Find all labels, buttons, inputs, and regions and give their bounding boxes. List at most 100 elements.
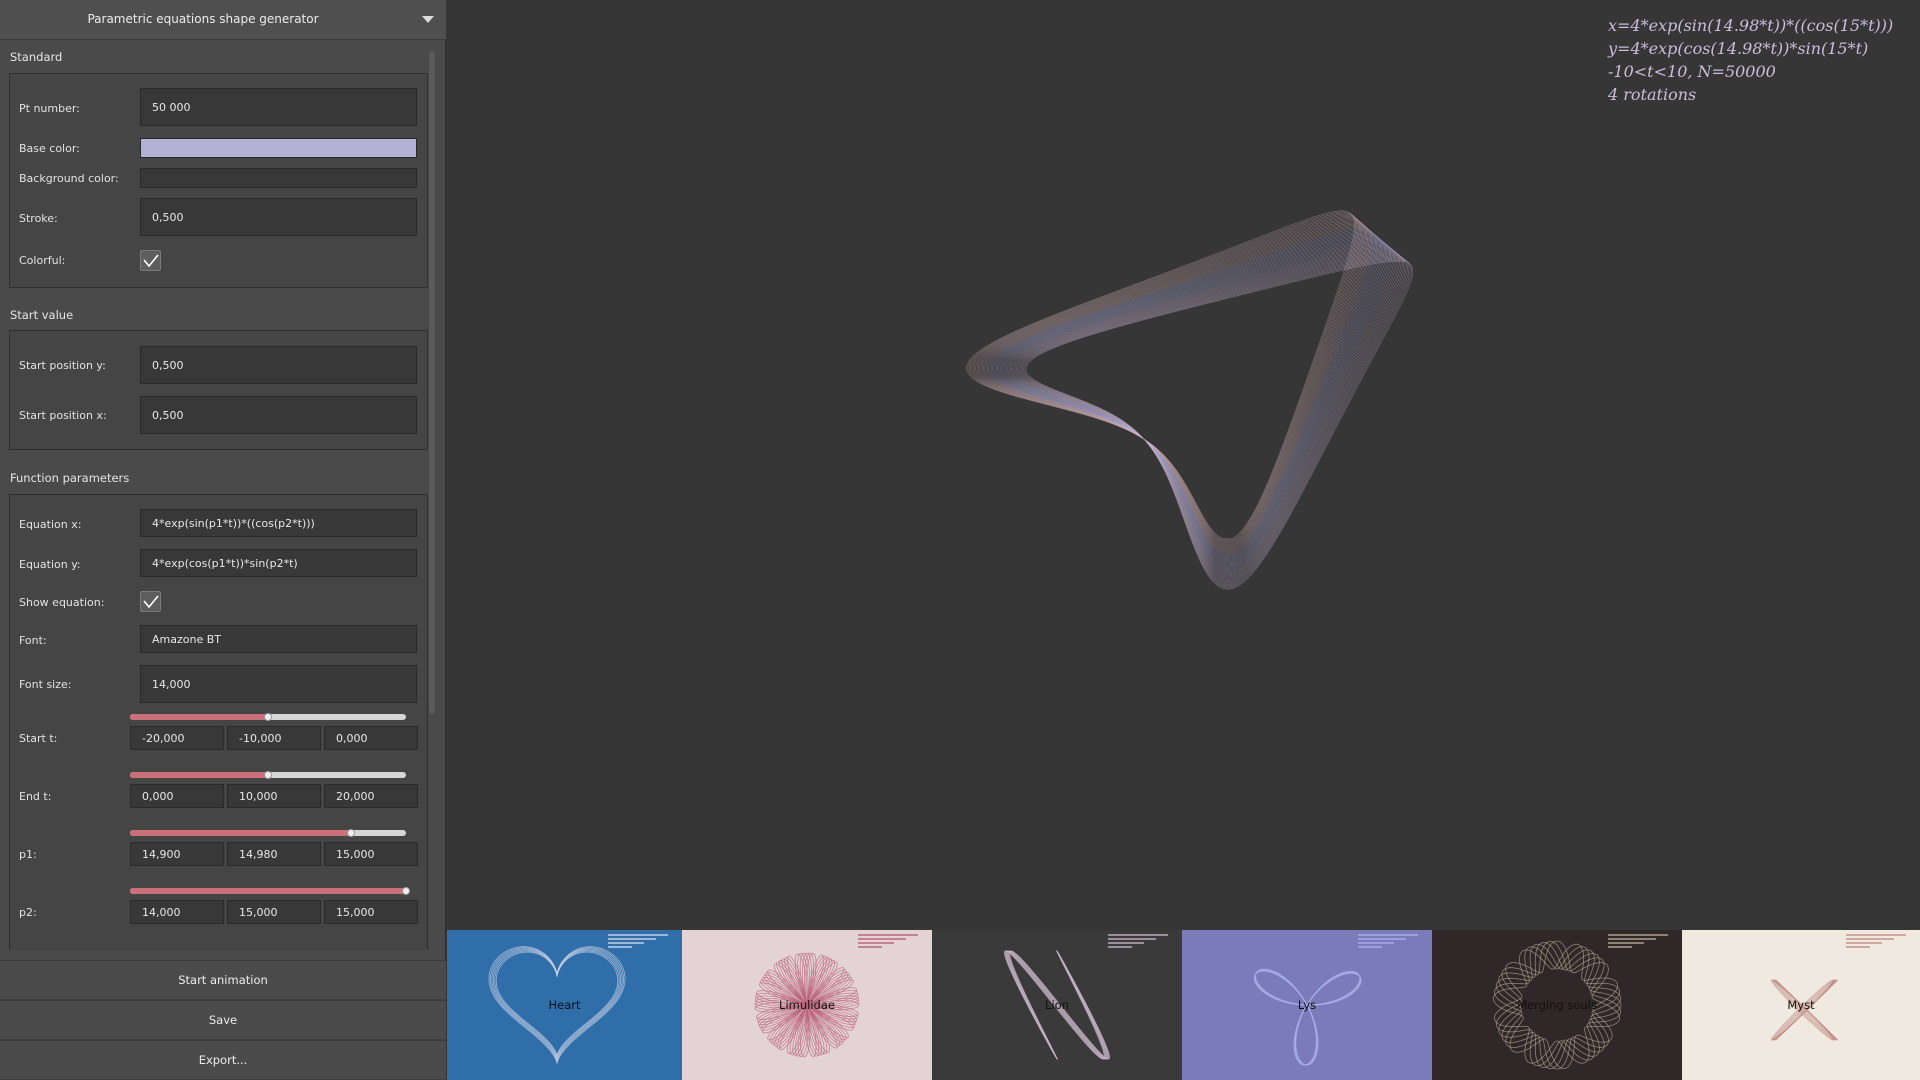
- p2-min-input[interactable]: 14,000: [130, 900, 224, 924]
- mini-equation-line: [1358, 946, 1382, 948]
- start-x-input[interactable]: 0,500: [140, 396, 417, 434]
- preset-label: Myst: [1787, 998, 1815, 1012]
- p1-max-input[interactable]: 15,000: [324, 842, 418, 866]
- export-button[interactable]: Export...: [0, 1040, 446, 1080]
- save-button[interactable]: Save: [0, 1000, 446, 1040]
- slider-fill: [130, 888, 406, 894]
- font-size-input[interactable]: 14,000: [140, 665, 417, 703]
- preset-curve: [1254, 970, 1361, 1066]
- start-t-value-input[interactable]: -10,000: [227, 726, 321, 750]
- font-label: Font:: [19, 634, 47, 647]
- pt-number-label: Pt number:: [19, 102, 80, 115]
- mini-equation-line: [608, 938, 656, 940]
- p2-value-input[interactable]: 15,000: [227, 900, 321, 924]
- preset-gallery: Heart Limulidae Lion Lys Merging souls M…: [447, 930, 1920, 1080]
- equation-line-x: x=4*exp(sin(14.98*t))*((cos(15*t))): [1608, 16, 1894, 35]
- stroke-input[interactable]: 0,500: [140, 198, 417, 236]
- preset-label: Lion: [1045, 998, 1069, 1012]
- mini-equation-line: [608, 934, 668, 936]
- base-color-swatch[interactable]: [140, 138, 417, 158]
- section-function-parameters: Function parameters: [10, 471, 130, 485]
- font-input[interactable]: Amazone BT: [140, 625, 417, 653]
- pt-number-input[interactable]: 50 000: [140, 88, 417, 126]
- panel-header[interactable]: Parametric equations shape generator: [0, 0, 446, 40]
- end-t-min-input[interactable]: 0,000: [130, 784, 224, 808]
- slider-thumb[interactable]: [264, 713, 272, 721]
- render-canvas[interactable]: [447, 0, 1920, 930]
- start-t-label: Start t:: [19, 732, 58, 745]
- start-x-label: Start position x:: [19, 409, 107, 422]
- p1-min-input[interactable]: 14,900: [130, 842, 224, 866]
- start-t-min-input[interactable]: -20,000: [130, 726, 224, 750]
- colorful-label: Colorful:: [19, 254, 66, 267]
- p2-label: p2:: [19, 906, 37, 919]
- mini-equation-line: [1608, 938, 1656, 940]
- p1-slider[interactable]: [130, 829, 406, 837]
- mini-equation-line: [1608, 942, 1644, 944]
- preset-lion[interactable]: Lion: [932, 930, 1182, 1080]
- preset-heart[interactable]: Heart: [447, 930, 682, 1080]
- equation-x-input[interactable]: 4*exp(sin(p1*t))*((cos(p2*t))): [140, 509, 417, 537]
- section-standard: Standard: [10, 50, 63, 64]
- show-equation-label: Show equation:: [19, 596, 105, 609]
- preset-limulidae[interactable]: Limulidae: [682, 930, 932, 1080]
- base-color-label: Base color:: [19, 142, 80, 155]
- preset-lys[interactable]: Lys: [1182, 930, 1432, 1080]
- start-y-input[interactable]: 0,500: [140, 346, 417, 384]
- checkmark-icon: [143, 595, 159, 609]
- preset-curve: [1254, 970, 1361, 1066]
- slider-thumb[interactable]: [346, 829, 355, 837]
- end-t-label: End t:: [19, 790, 52, 803]
- preset-curve: [1253, 970, 1361, 1066]
- show-equation-checkbox[interactable]: [140, 591, 161, 612]
- slider-thumb[interactable]: [264, 771, 272, 779]
- mini-equation: [608, 934, 674, 950]
- background-color-swatch[interactable]: [140, 168, 417, 188]
- checkmark-icon: [143, 254, 159, 268]
- equation-line-rotations: 4 rotations: [1608, 85, 1697, 104]
- mini-equation-line: [858, 946, 882, 948]
- mini-equation-line: [1108, 934, 1168, 936]
- slider-fill: [130, 772, 268, 778]
- start-animation-button[interactable]: Start animation: [0, 960, 446, 1000]
- mini-equation-line: [608, 946, 632, 948]
- end-t-slider[interactable]: [130, 771, 406, 779]
- end-t-value-input[interactable]: 10,000: [227, 784, 321, 808]
- preset-myst[interactable]: Myst: [1682, 930, 1920, 1080]
- mini-equation: [1846, 934, 1912, 950]
- mini-equation-line: [1608, 946, 1632, 948]
- preset-merging-souls[interactable]: Merging souls: [1432, 930, 1682, 1080]
- end-t-max-input[interactable]: 20,000: [324, 784, 418, 808]
- preset-label: Heart: [548, 998, 581, 1012]
- preset-curve: [1254, 969, 1362, 1066]
- slider-thumb[interactable]: [402, 887, 410, 895]
- p2-slider[interactable]: [130, 887, 410, 895]
- settings-panel: Parametric equations shape generator Sta…: [0, 0, 446, 1080]
- p1-value-input[interactable]: 14,980: [227, 842, 321, 866]
- equation-x-label: Equation x:: [19, 518, 82, 531]
- start-t-slider[interactable]: [130, 713, 406, 721]
- mini-equation-line: [1846, 934, 1906, 936]
- mini-equation: [1108, 934, 1174, 950]
- mini-equation-line: [1108, 942, 1144, 944]
- equation-line-y: y=4*exp(cos(14.98*t))*sin(15*t): [1608, 39, 1869, 58]
- mini-equation-line: [1846, 946, 1870, 948]
- chevron-down-icon[interactable]: [422, 16, 434, 23]
- colorful-checkbox[interactable]: [140, 250, 161, 271]
- mini-equation-line: [1108, 938, 1156, 940]
- mini-equation-line: [1358, 934, 1418, 936]
- mini-equation-line: [858, 942, 894, 944]
- p2-max-input[interactable]: 15,000: [324, 900, 418, 924]
- start-t-max-input[interactable]: 0,000: [324, 726, 418, 750]
- settings-scrollbar[interactable]: [429, 52, 435, 714]
- preset-label: Merging souls: [1517, 998, 1597, 1012]
- preset-label: Limulidae: [779, 998, 835, 1012]
- mini-equation-line: [608, 942, 644, 944]
- equation-y-input[interactable]: 4*exp(cos(p1*t))*sin(p2*t): [140, 549, 417, 577]
- mini-equation-line: [1846, 942, 1882, 944]
- equation-overlay: x=4*exp(sin(14.98*t))*((cos(15*t))) y=4*…: [1608, 14, 1893, 106]
- mini-equation: [858, 934, 924, 950]
- font-size-label: Font size:: [19, 678, 72, 691]
- stroke-label: Stroke:: [19, 212, 58, 225]
- settings-scroll-area: Standard Pt number: 50 000 Base color: B…: [0, 40, 446, 950]
